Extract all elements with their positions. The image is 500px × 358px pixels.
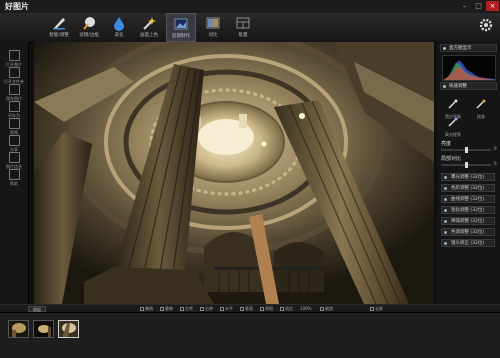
maximize-button[interactable]: □ [472, 1, 485, 11]
brush-icon [448, 117, 458, 127]
curves-adjust-button[interactable]: 曲线调整 (32位) [441, 195, 495, 203]
grid-icon [236, 17, 250, 29]
thumbnail-selected[interactable] [58, 320, 79, 338]
image-canvas[interactable] [34, 42, 434, 304]
compare-icon [206, 17, 220, 29]
filmstrip [0, 312, 500, 358]
title-bar: 好图片 – □ × [0, 0, 500, 14]
tone-adjust-button[interactable]: 色调调整 (32位) [441, 228, 495, 236]
adjust-icon [444, 242, 447, 245]
gear-icon[interactable] [478, 17, 494, 33]
thumbnail-image [59, 321, 78, 337]
info-icon [8, 152, 20, 163]
collapse-icon [443, 85, 446, 88]
sharpen-adjust-button[interactable]: 锐化调整 (32位) [441, 206, 495, 214]
tool-batch[interactable]: 批量 [228, 13, 258, 42]
play-icon [8, 67, 20, 78]
pipette-icon [476, 99, 486, 109]
brightness-label: 亮度 [441, 141, 452, 147]
share-icon [8, 135, 20, 146]
pen-icon [53, 18, 65, 30]
right-panel: 直方图显示 快速调整 黑白平衡 校准 高光提亮 亮度 0 局部对比 0 曝光调整… [437, 42, 500, 310]
thumbnail[interactable] [33, 320, 54, 338]
sidebar-item-share[interactable]: 分享 [3, 135, 25, 153]
rotate-right-icon [200, 307, 204, 311]
redo-icon [160, 307, 164, 311]
sidebar-item-video[interactable]: 视频 [3, 118, 25, 136]
main-toolbar: 智能/调整 滤镜/边框 美化 画面上色 后期制作 对比 批量 [0, 13, 500, 43]
video-icon [8, 118, 20, 129]
adjust-icon [444, 231, 447, 234]
original-icon [260, 307, 264, 311]
thumbnail-image [9, 321, 28, 337]
slider-knob[interactable] [464, 147, 468, 153]
histogram-chart [442, 55, 496, 81]
minimize-button[interactable]: – [458, 1, 471, 11]
help-icon [8, 169, 20, 180]
close-button[interactable]: × [486, 1, 499, 11]
dome-photo [34, 42, 434, 304]
local-contrast-slider[interactable] [441, 162, 491, 168]
flip-vertical-icon [240, 307, 244, 311]
slider-knob[interactable] [464, 162, 468, 168]
sidebar-item-open-folder[interactable]: 打开文件夹 [3, 67, 25, 85]
folder-image-icon [8, 50, 20, 61]
sidebar-item-info[interactable]: 图片信息 [3, 152, 25, 170]
undo-icon [140, 307, 144, 311]
tool-highlight[interactable]: 高光提亮 [443, 112, 463, 138]
app-title: 好图片 [5, 2, 29, 11]
lens-correction-button[interactable]: 镜头矫正 (32位) [441, 239, 495, 247]
histogram-header[interactable]: 直方图显示 [440, 44, 497, 52]
rotate-left-icon [180, 307, 184, 311]
thumbnail[interactable] [8, 320, 29, 338]
tool-beautify[interactable]: 美化 [104, 13, 134, 42]
exposure-adjust-button[interactable]: 曝光调整 (32位) [441, 173, 495, 181]
zoom-icon [320, 307, 324, 311]
fullscreen-icon [370, 307, 374, 311]
adjust-icon [444, 209, 447, 212]
local-contrast-label: 局部对比 [441, 156, 462, 162]
tool-calibrate[interactable]: 校准 [471, 94, 491, 120]
brush-icon [83, 17, 95, 30]
quick-adjust-header[interactable]: 快速调整 [440, 82, 497, 90]
sidebar-item-open-image[interactable]: 打开图片 [3, 50, 25, 68]
brightness-slider[interactable] [441, 147, 491, 153]
tool-post-processing[interactable]: 后期制作 [166, 13, 196, 42]
tool-colorize[interactable]: 画面上色 [134, 13, 164, 42]
adjust-icon [444, 176, 447, 179]
collapse-icon [443, 47, 446, 50]
adjust-icon [444, 220, 447, 223]
adjust-icon [444, 198, 447, 201]
fit-icon [280, 307, 284, 311]
adjust-icon [444, 187, 447, 190]
wand-icon [143, 17, 156, 30]
tool-filter-frame[interactable]: 滤镜/边框 [74, 13, 104, 42]
tool-smart-adjust[interactable]: 智能/调整 [44, 13, 74, 42]
levels-adjust-button[interactable]: 色阶调整 (32位) [441, 184, 495, 192]
eyedropper-icon [448, 99, 458, 109]
sidebar-item-save-as[interactable]: 另存为 [3, 101, 25, 119]
save-as-icon [8, 101, 20, 112]
thumbnail-image [34, 321, 53, 337]
tool-compare[interactable]: 对比 [198, 13, 228, 42]
local-contrast-value: 0 [494, 161, 497, 166]
drop-icon [114, 17, 124, 31]
sidebar-item-help[interactable]: 帮助 [3, 169, 25, 187]
brightness-value: 0 [494, 146, 497, 151]
left-sidebar: 打开图片 打开文件夹 保存图片 另存为 视频 分享 图片信息 帮助 [0, 42, 29, 310]
save-icon [8, 84, 20, 95]
flip-horizontal-icon [220, 307, 224, 311]
sidebar-item-save[interactable]: 保存图片 [3, 84, 25, 102]
denoise-adjust-button[interactable]: 降噪调整 (32位) [441, 217, 495, 225]
image-icon [174, 18, 188, 30]
